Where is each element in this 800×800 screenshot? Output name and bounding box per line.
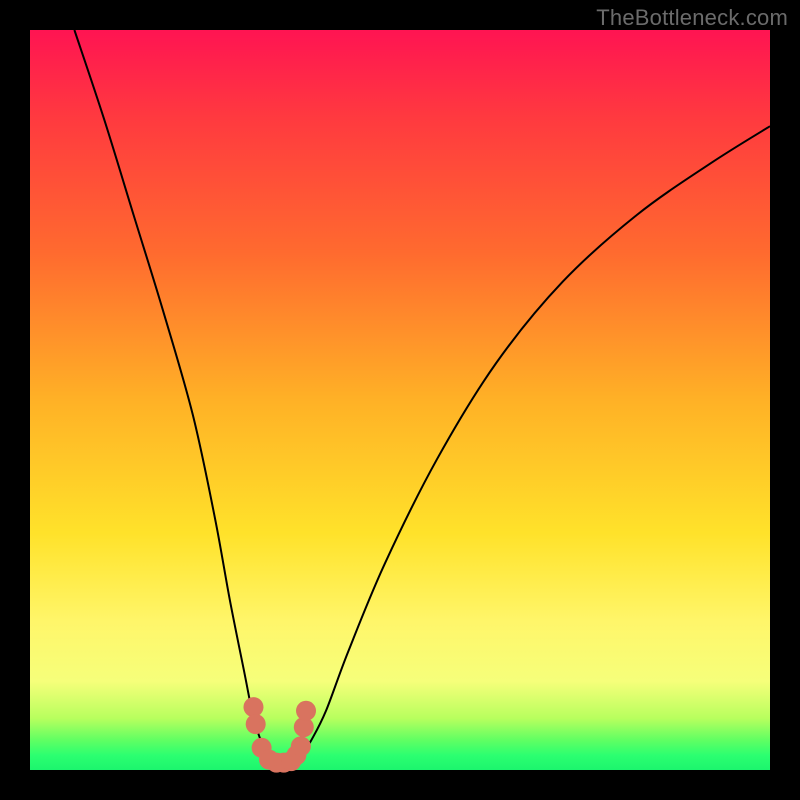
data-point [296,701,316,721]
chart-svg [30,30,770,770]
data-point [291,736,311,756]
data-point [243,697,263,717]
watermark-text: TheBottleneck.com [596,5,788,31]
data-points [243,697,316,773]
plot-gradient-area [30,30,770,770]
data-point [246,714,266,734]
chart-frame: TheBottleneck.com [0,0,800,800]
bottleneck-curve [74,30,770,763]
